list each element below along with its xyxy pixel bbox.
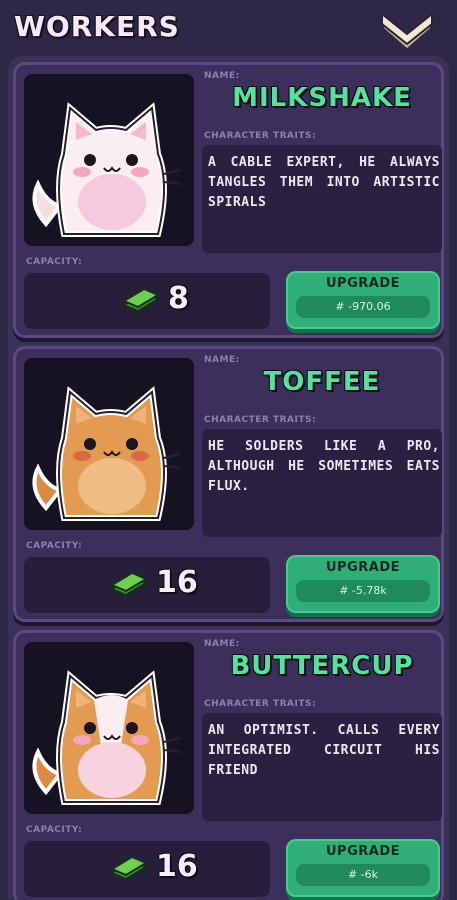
traits-box: AN OPTIMIST. CALLS EVERY INTEGRATED CIRC… xyxy=(202,713,442,821)
capacity-box: 16 xyxy=(24,557,270,613)
worker-portrait xyxy=(24,642,194,814)
traits-label: CHARACTER TRAITS: xyxy=(204,699,317,709)
worker-card: NAME: BUTTERCUP CHARACTER TRAITS: AN OPT… xyxy=(13,630,444,900)
capacity-value: 16 xyxy=(156,565,198,600)
upgrade-button[interactable]: UPGRADE # -6k xyxy=(286,839,440,897)
orange-cat-icon xyxy=(32,386,181,521)
capacity-label: CAPACITY: xyxy=(26,257,83,267)
name-label: NAME: xyxy=(204,71,240,81)
capacity-box: 16 xyxy=(24,841,270,897)
worker-traits: A CABLE EXPERT, HE ALWAYS TANGLES THEM I… xyxy=(208,155,440,210)
worker-card: NAME: TOFFEE CHARACTER TRAITS: HE SOLDER… xyxy=(13,346,444,622)
name-label: NAME: xyxy=(204,639,240,649)
traits-label: CHARACTER TRAITS: xyxy=(204,131,317,141)
capacity-value: 8 xyxy=(168,281,189,316)
header: WORKERS xyxy=(0,0,457,56)
worker-name: TOFFEE xyxy=(263,367,381,397)
capacity-label: CAPACITY: xyxy=(26,541,83,551)
capacity-value: 16 xyxy=(156,849,198,884)
upgrade-price: # -970.06 xyxy=(296,296,430,318)
page-title: WORKERS xyxy=(14,10,180,43)
white-cat-icon xyxy=(32,102,181,237)
calico-cat-icon xyxy=(32,670,181,805)
worker-name: MILKSHAKE xyxy=(232,83,412,113)
upgrade-label: UPGRADE xyxy=(326,276,400,291)
upgrade-button[interactable]: UPGRADE # -5.78k xyxy=(286,555,440,613)
worker-name: BUTTERCUP xyxy=(230,651,414,681)
worker-portrait xyxy=(24,358,194,530)
traits-box: A CABLE EXPERT, HE ALWAYS TANGLES THEM I… xyxy=(202,145,442,253)
traits-label: CHARACTER TRAITS: xyxy=(204,415,317,425)
cash-icon xyxy=(121,287,160,313)
capacity-box: 8 xyxy=(24,273,270,329)
worker-portrait xyxy=(24,74,194,246)
upgrade-label: UPGRADE xyxy=(326,844,400,859)
collapse-button[interactable] xyxy=(378,6,436,52)
upgrade-price: # -6k xyxy=(296,864,430,886)
name-label: NAME: xyxy=(204,355,240,365)
cash-icon xyxy=(109,855,148,881)
cash-icon xyxy=(109,571,148,597)
upgrade-price: # -5.78k xyxy=(296,580,430,602)
worker-traits: AN OPTIMIST. CALLS EVERY INTEGRATED CIRC… xyxy=(208,723,440,778)
upgrade-label: UPGRADE xyxy=(326,560,400,575)
traits-box: HE SOLDERS LIKE A PRO, ALTHOUGH HE SOMET… xyxy=(202,429,442,537)
capacity-label: CAPACITY: xyxy=(26,825,83,835)
worker-traits: HE SOLDERS LIKE A PRO, ALTHOUGH HE SOMET… xyxy=(208,439,440,494)
upgrade-button[interactable]: UPGRADE # -970.06 xyxy=(286,271,440,329)
worker-card: NAME: MILKSHAKE CHARACTER TRAITS: A CABL… xyxy=(13,62,444,338)
chevron-down-icon xyxy=(381,11,433,48)
